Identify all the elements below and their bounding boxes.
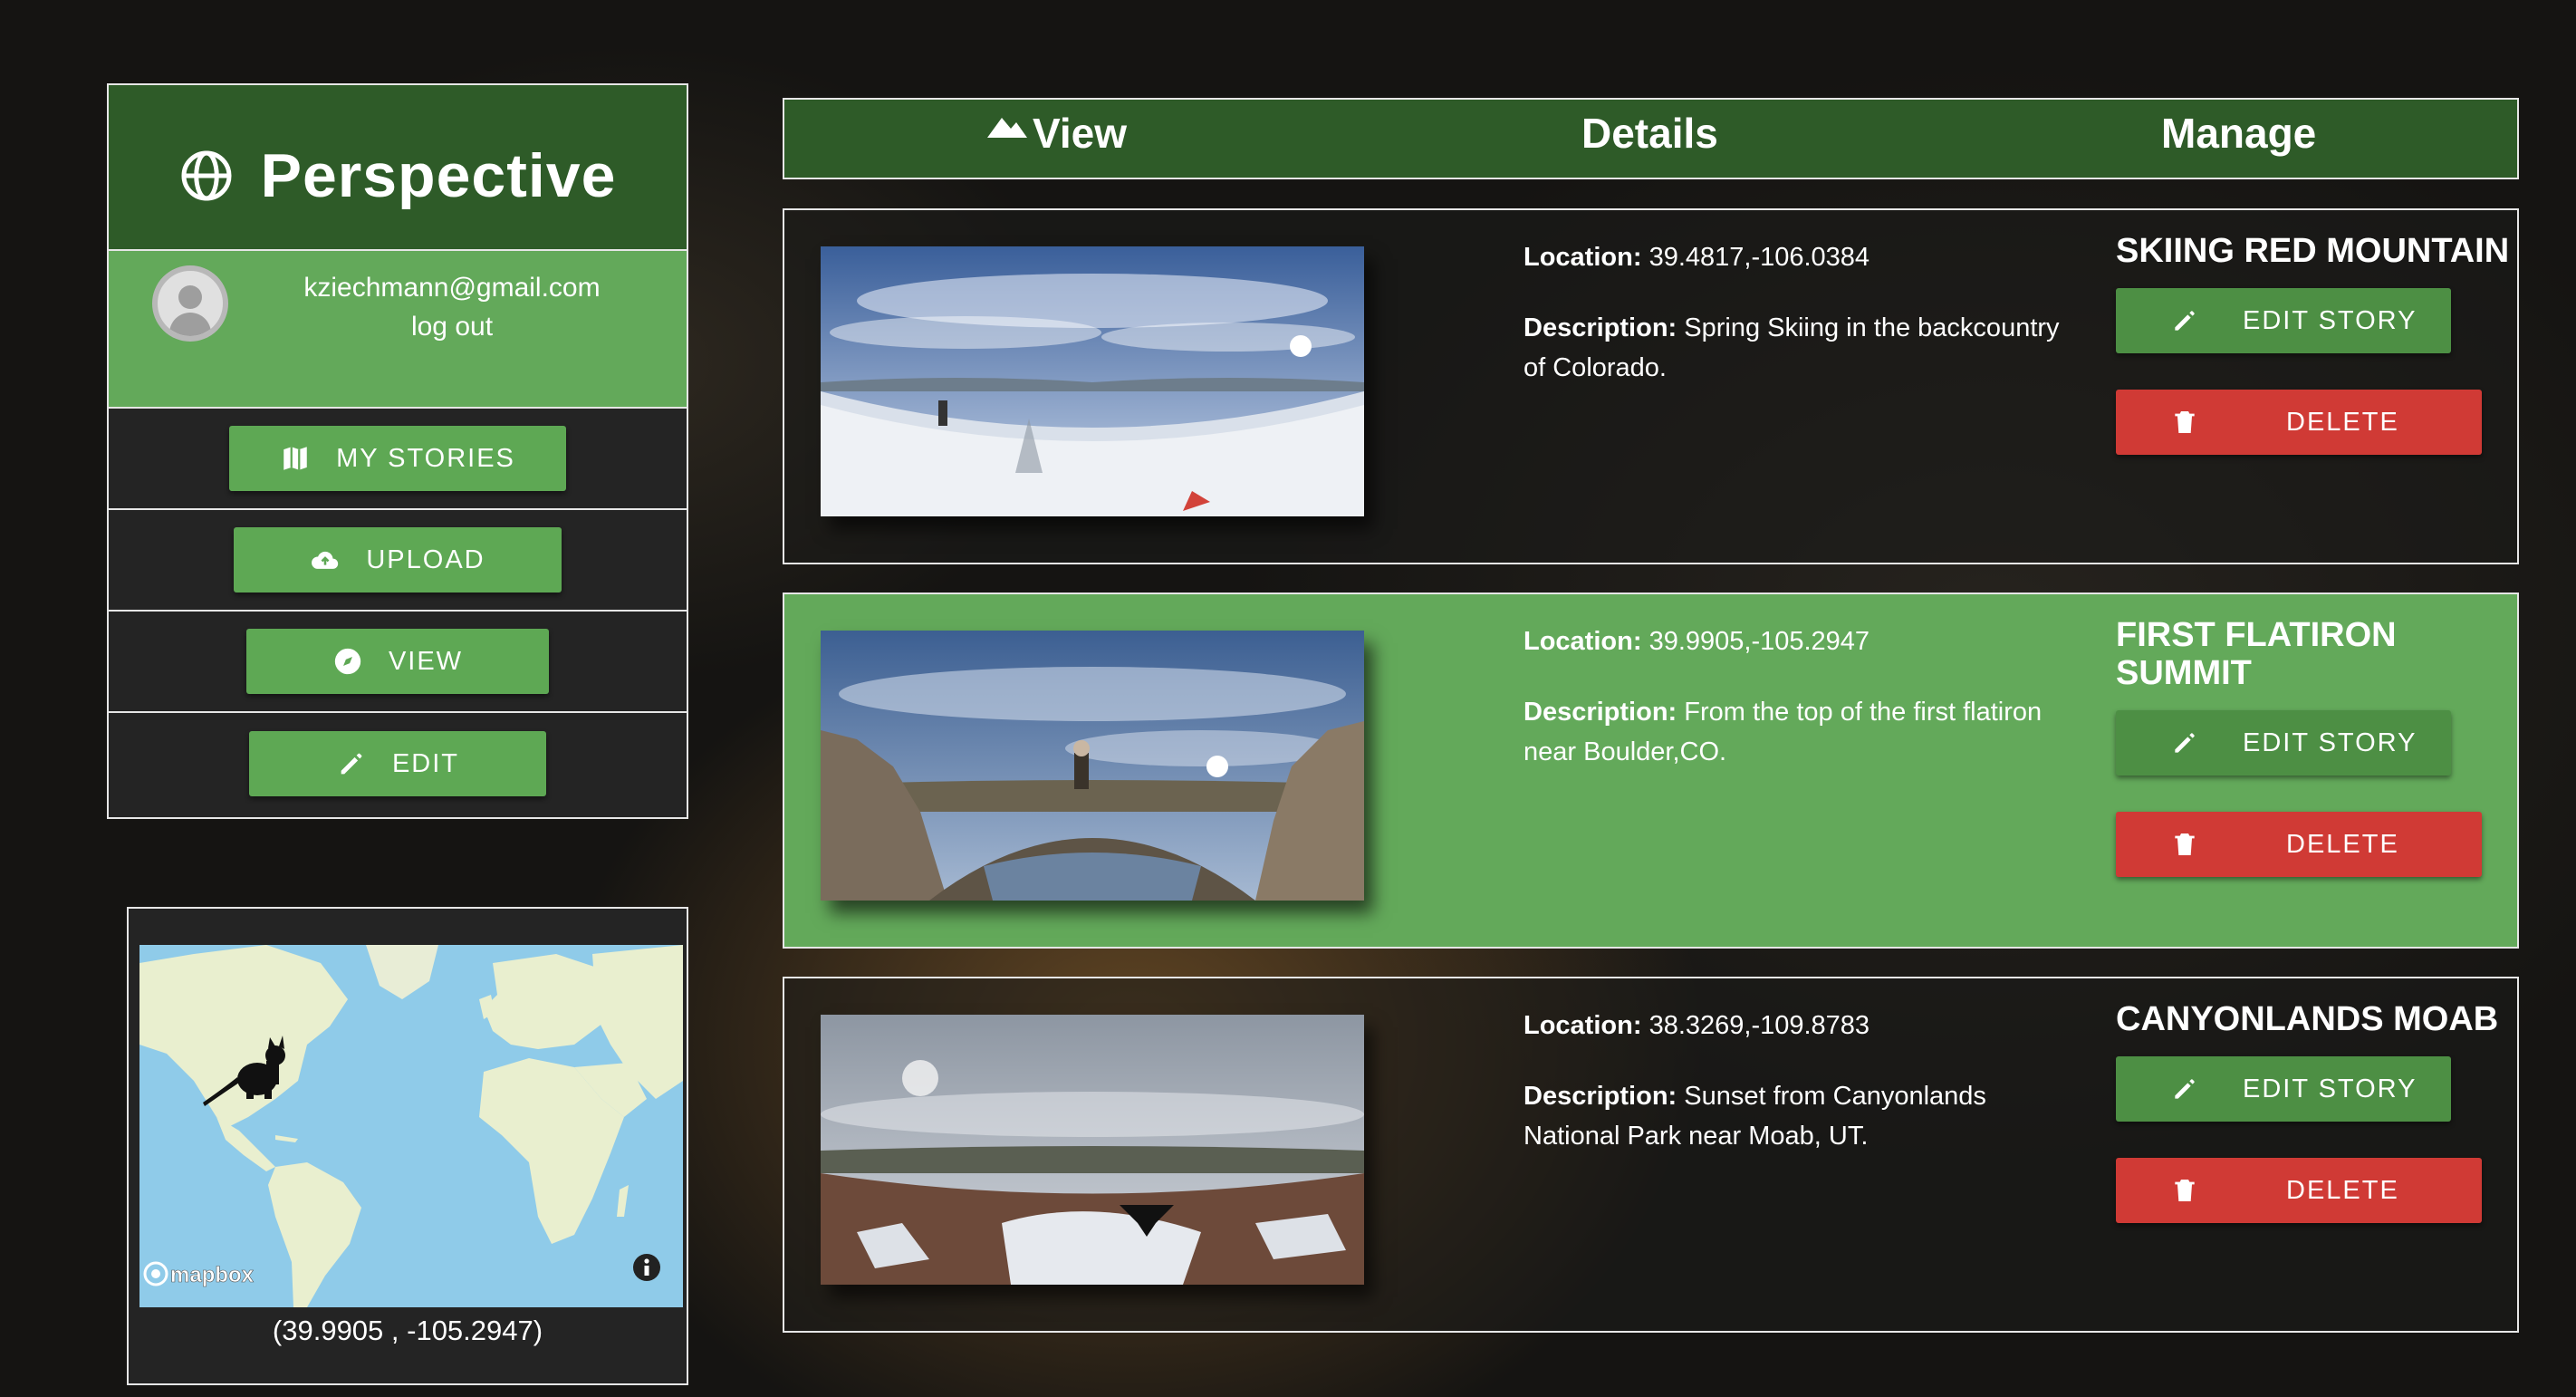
- story-description: Description: Sunset from Canyonlands Nat…: [1523, 1082, 1986, 1151]
- story-thumbnail[interactable]: [821, 631, 1364, 901]
- story-location: Location: 39.9905,-105.2947: [1523, 627, 1870, 656]
- map-panel: mapbox (39.9905 , -105.2947): [127, 907, 688, 1385]
- user-panel: kziechmann@gmail.com log out: [109, 251, 687, 409]
- story-card: Location: 39.4817,-106.0384 Description:…: [783, 208, 2519, 564]
- header-manage: Manage: [2161, 110, 2317, 157]
- story-thumbnail[interactable]: [821, 1015, 1364, 1285]
- pencil-icon: [2175, 733, 2195, 753]
- delete-button[interactable]: DELETE: [2116, 812, 2482, 877]
- trash-icon: [2175, 411, 2195, 433]
- trash-icon: [2175, 1180, 2195, 1201]
- logout-link[interactable]: log out: [217, 312, 687, 342]
- my-stories-label: MY STORIES: [336, 443, 515, 473]
- header-view: View: [987, 109, 1127, 158]
- delete-button[interactable]: DELETE: [2116, 390, 2482, 455]
- info-icon[interactable]: [633, 1254, 660, 1281]
- edit-label: EDIT: [391, 748, 460, 778]
- svg-text:mapbox: mapbox: [170, 1263, 255, 1287]
- app-title: Perspective: [260, 140, 617, 210]
- edit-button[interactable]: EDIT: [249, 731, 546, 796]
- table-header: View Details Manage: [783, 98, 2519, 179]
- cloud-upload-icon: [312, 551, 339, 569]
- trash-icon: [2175, 833, 2195, 855]
- mountain-icon: [987, 118, 1027, 138]
- pencil-icon: [2175, 1079, 2195, 1099]
- pencil-icon: [341, 753, 362, 775]
- story-thumbnail[interactable]: [821, 246, 1364, 516]
- story-title: SKIING RED MOUNTAIN: [2116, 232, 2510, 270]
- map-coordinates: (39.9905 , -105.2947): [272, 1315, 543, 1346]
- edit-story-button[interactable]: EDIT STORY: [2116, 1056, 2451, 1122]
- view-label: VIEW: [388, 646, 464, 676]
- my-stories-button[interactable]: MY STORIES: [229, 426, 566, 491]
- user-email: kziechmann@gmail.com: [303, 273, 601, 303]
- story-card: Location: 38.3269,-109.8783 Description:…: [783, 977, 2519, 1333]
- upload-label: UPLOAD: [366, 544, 485, 574]
- compass-icon: [334, 648, 361, 675]
- story-card: Location: 39.9905,-105.2947 Description:…: [783, 593, 2519, 949]
- globe-icon: [181, 150, 232, 200]
- pencil-icon: [2175, 311, 2195, 331]
- story-location: Location: 38.3269,-109.8783: [1523, 1011, 1870, 1040]
- delete-button[interactable]: DELETE: [2116, 1158, 2482, 1223]
- story-description: Description: Spring Skiing in the backco…: [1523, 313, 2060, 382]
- story-location: Location: 39.4817,-106.0384: [1523, 243, 1870, 272]
- brand-header: Perspective: [109, 85, 687, 251]
- map-icon: [284, 447, 307, 470]
- edit-story-button[interactable]: EDIT STORY: [2116, 710, 2451, 776]
- sidebar: Perspective kziechmann@gmail.com log out…: [107, 83, 688, 819]
- header-details: Details: [1581, 110, 1718, 157]
- story-title: CANYONLANDS MOAB: [2116, 1000, 2499, 1038]
- view-button[interactable]: VIEW: [246, 629, 549, 694]
- story-title: FIRST FLATIRON SUMMIT: [2116, 616, 2397, 692]
- story-description: Description: From the top of the first f…: [1523, 698, 2043, 766]
- world-map[interactable]: mapbox: [139, 945, 683, 1307]
- upload-button[interactable]: UPLOAD: [234, 527, 562, 593]
- edit-story-button[interactable]: EDIT STORY: [2116, 288, 2451, 353]
